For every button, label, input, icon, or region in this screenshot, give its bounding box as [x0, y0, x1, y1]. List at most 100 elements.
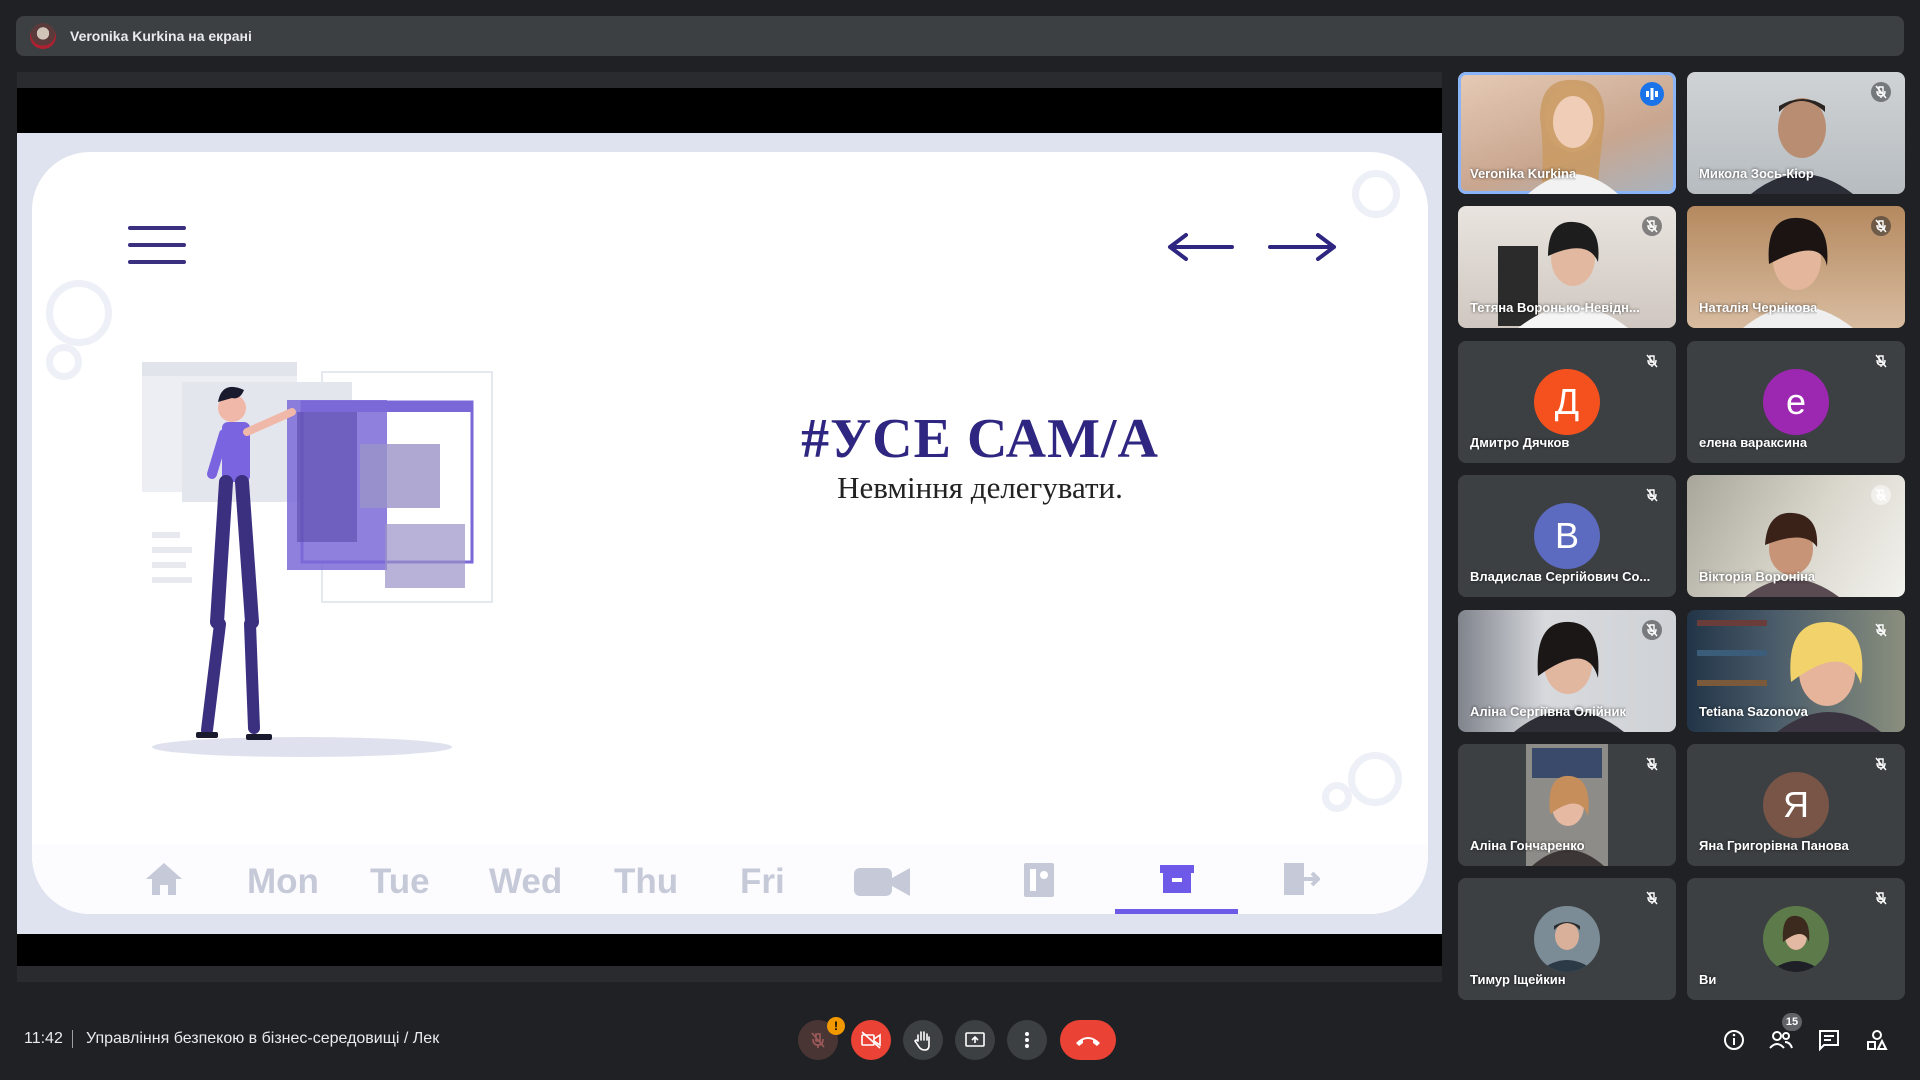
shared-slide: #УСЕ САМ/А Невміння делегувати. Mon Tue … — [17, 133, 1442, 934]
participant-initial-avatar: е — [1763, 369, 1829, 435]
decor-ring — [46, 280, 112, 346]
slide-nav-bar — [32, 844, 1428, 914]
muted-mic-icon — [1642, 620, 1662, 640]
home-icon — [146, 863, 182, 895]
participant-name: Микола Зось-Кіор — [1699, 166, 1814, 181]
participant-tile[interactable]: Д Дмитро Дячков — [1458, 341, 1676, 463]
participant-name: Тимур Іщейкин — [1470, 972, 1566, 987]
decor-ring — [46, 344, 82, 380]
hand-icon — [914, 1031, 930, 1051]
exit-icon — [1284, 863, 1320, 895]
meeting-details-button[interactable] — [1720, 1026, 1748, 1054]
stage-top-bar — [17, 72, 1442, 88]
raise-hand-button[interactable] — [903, 1020, 943, 1060]
video-icon — [854, 868, 910, 896]
activities-button[interactable] — [1863, 1026, 1891, 1054]
participant-name: Наталія Чернікова — [1699, 300, 1818, 315]
participant-name: елена вараксина — [1699, 435, 1808, 450]
participant-name: Яна Григорівна Панова — [1699, 838, 1849, 853]
participant-tile[interactable]: Микола Зось-Кіор — [1687, 72, 1905, 194]
muted-mic-icon — [1646, 354, 1658, 368]
presentation-stage[interactable]: #УСЕ САМ/А Невміння делегувати. Mon Tue … — [17, 72, 1442, 982]
participant-tile[interactable]: Тетяна Воронько-Невідн... — [1458, 206, 1676, 328]
muted-mic-icon — [1875, 354, 1887, 368]
participant-name: Вікторія Вороніна — [1699, 569, 1816, 584]
archive-icon — [1160, 865, 1194, 893]
participant-name: Tetiana Sazonova — [1699, 704, 1808, 719]
slide-card: #УСЕ САМ/А Невміння делегувати. Mon Tue … — [32, 152, 1428, 914]
participant-tile[interactable]: Tetiana Sazonova — [1687, 610, 1905, 732]
participant-tile[interactable]: Аліна Сергіївна Олійник — [1458, 610, 1676, 732]
nav-tue: Tue — [370, 862, 430, 901]
participant-tile[interactable]: Veronika Kurkina — [1458, 72, 1676, 194]
stage-bottom-bar — [17, 966, 1442, 982]
participant-tile[interactable]: Наталія Чернікова — [1687, 206, 1905, 328]
person-illustration — [142, 362, 493, 757]
present-icon — [965, 1032, 985, 1047]
mic-off-icon — [811, 1032, 825, 1048]
nav-mon: Mon — [247, 862, 319, 901]
mic-warning-badge: ! — [827, 1017, 845, 1035]
meeting-clock: 11:42 — [24, 1030, 63, 1047]
decor-ring — [1348, 752, 1402, 806]
chat-button[interactable] — [1815, 1026, 1843, 1054]
meeting-title: Управління безпекою в бізнес-середовищі … — [86, 1030, 440, 1047]
participant-name: Ви — [1699, 972, 1717, 987]
hang-up-icon — [1076, 1037, 1100, 1046]
participant-name: Дмитро Дячков — [1470, 435, 1570, 450]
participant-name: Veronika Kurkina — [1470, 166, 1577, 181]
slide-arrows-icon — [1168, 233, 1336, 261]
speaking-indicator-icon — [1640, 82, 1664, 106]
contact-icon — [1024, 863, 1054, 897]
camera-button[interactable] — [851, 1020, 891, 1060]
participant-tile[interactable]: Ви — [1687, 878, 1905, 1000]
clock-separator — [72, 1030, 73, 1048]
participant-tile[interactable]: Я Яна Григорівна Панова — [1687, 744, 1905, 866]
bottom-control-bar: 11:42 Управління безпекою в бізнес-серед… — [0, 1010, 1920, 1070]
slide-hashtag: #УСЕ САМ/А — [801, 408, 1159, 470]
decor-ring — [1322, 782, 1352, 812]
decor-ring — [1352, 170, 1400, 218]
participant-avatar — [1763, 906, 1829, 972]
participant-initial-avatar: Я — [1763, 772, 1829, 838]
muted-mic-icon — [1875, 757, 1887, 771]
presenter-banner-text: Veronika Kurkina на екрані — [70, 28, 252, 44]
info-icon — [1724, 1030, 1744, 1050]
muted-mic-icon — [1646, 488, 1658, 502]
presenter-avatar — [30, 23, 56, 49]
muted-mic-icon — [1646, 757, 1658, 771]
participant-tile[interactable]: е елена вараксина — [1687, 341, 1905, 463]
participant-tile[interactable]: Тимур Іщейкин — [1458, 878, 1676, 1000]
participant-tile[interactable]: Аліна Гончаренко — [1458, 744, 1676, 866]
muted-mic-icon — [1642, 216, 1662, 236]
leave-call-button[interactable] — [1060, 1020, 1116, 1060]
muted-mic-icon — [1875, 623, 1887, 637]
slide-subtitle: Невміння делегувати. — [837, 470, 1123, 505]
participant-name: Тетяна Воронько-Невідн... — [1470, 300, 1640, 315]
presenter-banner: Veronika Kurkina на екрані — [16, 16, 1904, 56]
participant-tile[interactable]: Вікторія Вороніна — [1687, 475, 1905, 597]
participant-tile[interactable]: В Владислав Сергійович Со... — [1458, 475, 1676, 597]
participant-initial-avatar: Д — [1534, 369, 1600, 435]
participant-name: Владислав Сергійович Со... — [1470, 569, 1651, 584]
participants-count-badge: 15 — [1782, 1013, 1802, 1031]
participant-name: Аліна Гончаренко — [1470, 838, 1585, 853]
activities-icon — [1867, 1030, 1888, 1050]
people-icon — [1769, 1031, 1793, 1049]
active-nav-underline — [1115, 909, 1238, 914]
muted-mic-icon — [1871, 82, 1891, 102]
chat-icon — [1819, 1030, 1839, 1052]
more-vert-icon — [1025, 1032, 1029, 1048]
participant-avatar — [1534, 906, 1600, 972]
more-options-button[interactable] — [1007, 1020, 1047, 1060]
muted-mic-icon — [1871, 216, 1891, 236]
muted-mic-icon — [1646, 891, 1658, 905]
nav-wed: Wed — [489, 862, 563, 901]
muted-mic-icon — [1871, 485, 1891, 505]
nav-thu: Thu — [614, 862, 679, 901]
nav-fri: Fri — [740, 862, 785, 901]
present-screen-button[interactable] — [955, 1020, 995, 1060]
muted-mic-icon — [1875, 891, 1887, 905]
menu-icon — [128, 226, 186, 277]
participant-initial-avatar: В — [1534, 503, 1600, 569]
